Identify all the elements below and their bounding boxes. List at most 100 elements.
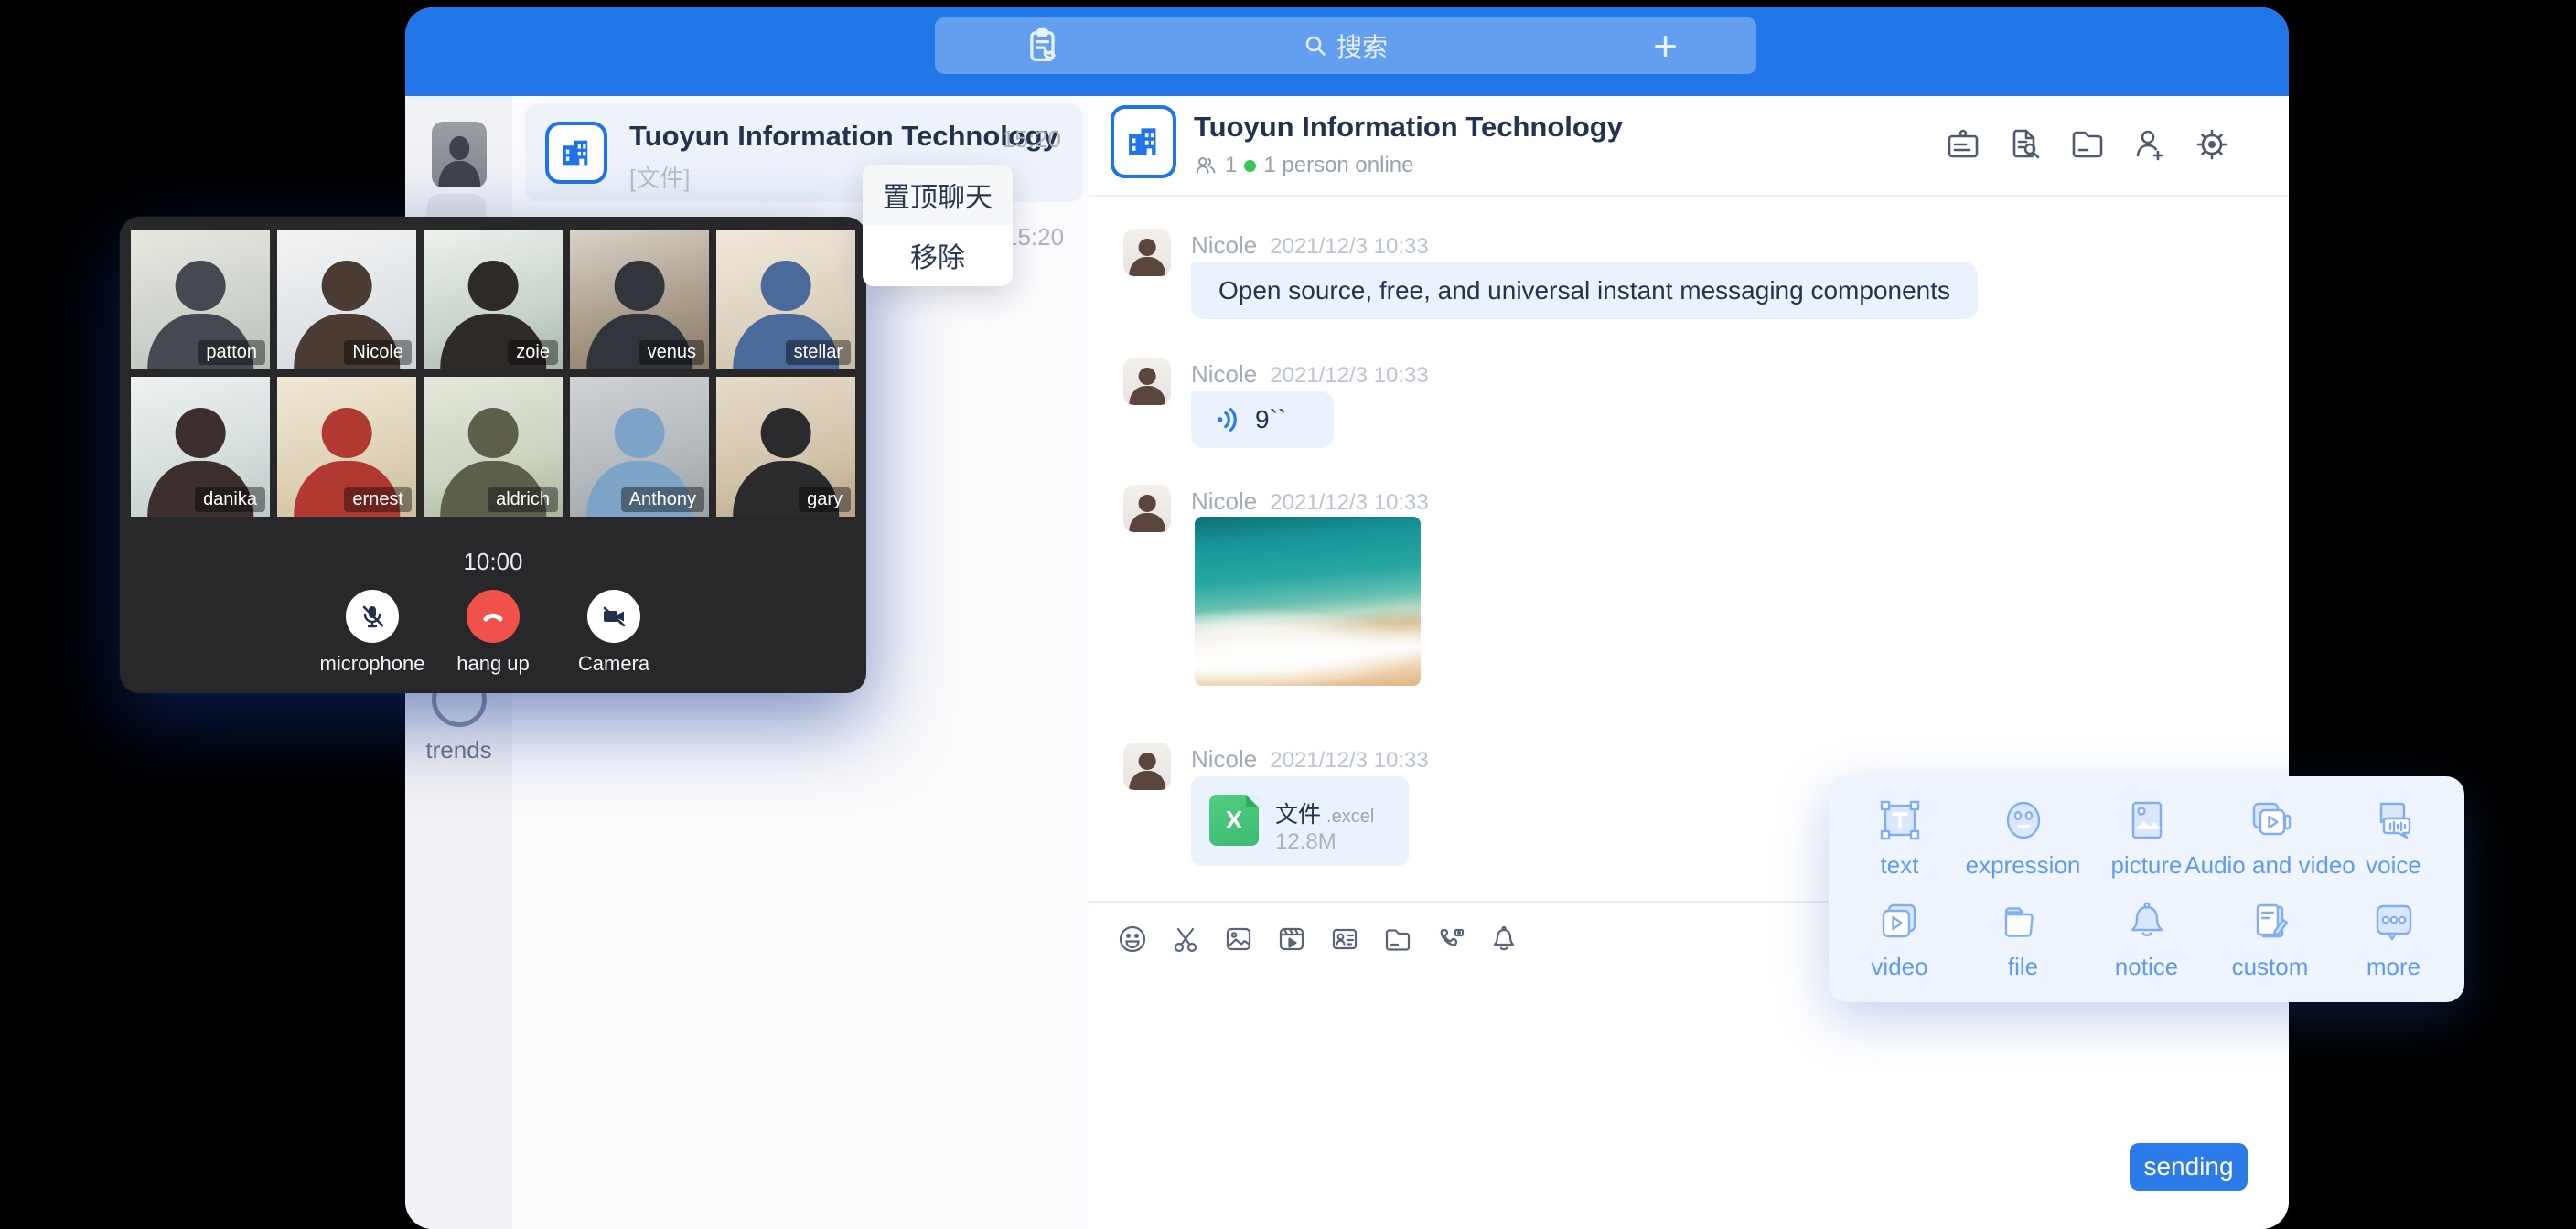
- message-time: 2021/12/3 10:33: [1270, 234, 1429, 259]
- message-toolbar: [1116, 923, 1520, 956]
- video-tile: danika: [131, 377, 270, 517]
- top-bar: 搜索 +: [405, 7, 2289, 96]
- video-tile: zoie: [424, 230, 563, 369]
- building-icon: [558, 134, 595, 171]
- search-history-button[interactable]: [2005, 124, 2045, 165]
- video-tile: Nicole: [277, 230, 416, 369]
- add-member-button[interactable]: [2130, 124, 2170, 165]
- member-count: 1: [1225, 153, 1237, 178]
- search-bar[interactable]: 搜索 +: [935, 17, 1756, 74]
- file-message[interactable]: X 文件.excel 12.8M: [1191, 776, 1409, 866]
- video-call-icon[interactable]: [1434, 923, 1467, 956]
- hang-up-button[interactable]: [467, 590, 520, 643]
- text-icon: [1874, 795, 1926, 846]
- panel-item-notice[interactable]: notice: [2085, 896, 2208, 981]
- contact-card-icon[interactable]: [1328, 923, 1361, 956]
- members-icon: [1194, 154, 1218, 177]
- online-dot: [1244, 160, 1256, 172]
- group-notice-button[interactable]: [1943, 124, 1983, 165]
- panel-item-audio-video[interactable]: Audio and video: [2208, 795, 2332, 880]
- audio-video-icon: [2245, 795, 2296, 846]
- file-size: 12.8M: [1275, 829, 1336, 855]
- group-avatar: [545, 122, 607, 184]
- voice-icon: [2368, 795, 2420, 846]
- online-status: 1 person online: [1263, 153, 1413, 178]
- menu-item-remove[interactable]: 移除: [863, 225, 1013, 285]
- my-avatar[interactable]: [432, 122, 487, 187]
- context-menu: 置顶聊天 移除: [863, 165, 1013, 286]
- chat-panel: Tuoyun Information Technology 1 1 person…: [1089, 96, 2289, 1229]
- participant-name: danika: [195, 487, 265, 512]
- search-field[interactable]: 搜索: [935, 17, 1756, 74]
- image-message[interactable]: [1195, 517, 1421, 686]
- sender-name: Nicole: [1191, 487, 1257, 515]
- notification-bell-icon[interactable]: [1487, 923, 1520, 956]
- panel-item-video[interactable]: video: [1838, 896, 1961, 981]
- participant-name: venus: [639, 340, 704, 365]
- emoji-icon[interactable]: [1116, 923, 1149, 956]
- message-time: 2021/12/3 10:33: [1270, 490, 1429, 515]
- sender-name: Nicole: [1191, 231, 1257, 259]
- panel-item-expression[interactable]: expression: [1961, 795, 2085, 880]
- notice-bell-icon: [2121, 896, 2173, 947]
- video-upload-icon: [1874, 896, 1926, 947]
- chat-meta: 1 1 person online: [1194, 153, 1413, 178]
- participant-grid: patton Nicole zoie venus stellar danika …: [131, 230, 855, 517]
- chat-title: Tuoyun Information Technology: [1194, 111, 1623, 144]
- avatar[interactable]: [1123, 485, 1171, 532]
- video-tile: patton: [131, 230, 270, 369]
- avatar[interactable]: [1123, 358, 1171, 405]
- video-tile: venus: [570, 230, 709, 369]
- chat-header: Tuoyun Information Technology 1 1 person…: [1089, 96, 2289, 197]
- expression-icon: [1998, 795, 2049, 846]
- call-timer: 10:00: [120, 548, 866, 576]
- group-files-button[interactable]: [2067, 124, 2108, 165]
- participant-name: Nicole: [344, 340, 412, 365]
- send-video-icon[interactable]: [1275, 923, 1308, 956]
- file-ext: .excel: [1326, 807, 1374, 827]
- panel-item-text[interactable]: text: [1838, 795, 1961, 880]
- call-controls: microphone hang up Camer: [120, 590, 866, 676]
- voice-message[interactable]: 9``: [1191, 391, 1334, 448]
- video-tile: gary: [716, 377, 855, 517]
- message-meta: Nicole 2021/12/3 10:33: [1191, 487, 1429, 516]
- video-tile: aldrich: [424, 377, 563, 517]
- group-avatar: [1111, 105, 1176, 178]
- settings-gear-icon[interactable]: [2192, 124, 2232, 165]
- file-folder-icon: [1998, 896, 2049, 947]
- conversation-title: Tuoyun Information Technology: [629, 120, 1058, 153]
- send-button[interactable]: sending: [2130, 1143, 2248, 1191]
- avatar[interactable]: [1123, 743, 1171, 790]
- send-image-icon[interactable]: [1222, 923, 1255, 956]
- camera-label: Camera: [578, 652, 649, 676]
- panel-item-voice[interactable]: voice: [2332, 795, 2455, 880]
- screenshot-scissors-icon[interactable]: [1169, 923, 1202, 956]
- avatar[interactable]: [1123, 229, 1171, 276]
- menu-item-pin-chat[interactable]: 置顶聊天: [863, 165, 1013, 225]
- voice-duration: 9``: [1255, 405, 1286, 434]
- panel-item-more[interactable]: more: [2332, 896, 2455, 981]
- panel-item-custom[interactable]: custom: [2208, 896, 2332, 981]
- participant-name: patton: [198, 340, 265, 365]
- send-file-icon[interactable]: [1381, 923, 1414, 956]
- video-tile: ernest: [277, 377, 416, 517]
- conversation-time-2: 15:20: [1004, 223, 1064, 251]
- message-meta: Nicole 2021/12/3 10:33: [1191, 231, 1429, 260]
- participant-name: Anthony: [621, 487, 704, 512]
- camera-off-button[interactable]: [587, 590, 640, 643]
- sender-name: Nicole: [1191, 360, 1257, 388]
- conversation-time: 15:20: [1002, 125, 1061, 154]
- participant-name: stellar: [786, 340, 851, 365]
- video-call-window: patton Nicole zoie venus stellar danika …: [120, 217, 866, 693]
- picture-icon: [2121, 795, 2173, 846]
- file-name: 文件.excel: [1275, 796, 1374, 829]
- panel-item-file[interactable]: file: [1961, 896, 2085, 981]
- participant-name: gary: [799, 487, 851, 512]
- microphone-label: microphone: [320, 652, 425, 676]
- conversation-preview: [文件]: [629, 160, 690, 194]
- add-plus-button[interactable]: +: [1653, 21, 1678, 70]
- microphone-mute-button[interactable]: [346, 590, 399, 643]
- message-meta: Nicole2021/12/3 10:33: [1191, 745, 1429, 774]
- sender-name: Nicole: [1191, 745, 1257, 773]
- participant-name: zoie: [508, 340, 558, 365]
